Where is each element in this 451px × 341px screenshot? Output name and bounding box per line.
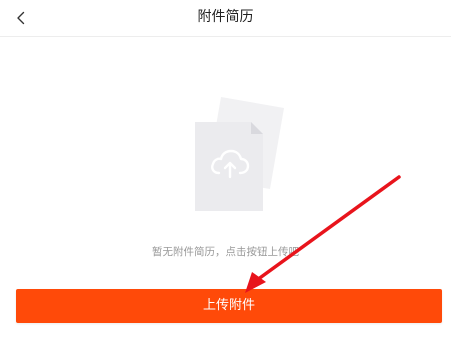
cloud-upload-document-icon — [195, 97, 284, 211]
empty-state-message: 暂无附件简历，点击按钮上传吧 — [152, 246, 299, 258]
page-title: 附件简历 — [197, 9, 254, 25]
attachment-resume-page: 附件简历 暂无附件简历，点击按钮上传吧 上传附件 — [0, 0, 451, 341]
upload-attachment-button[interactable]: 上传附件 — [16, 289, 442, 323]
navigation-bar: 附件简历 — [0, 0, 451, 37]
